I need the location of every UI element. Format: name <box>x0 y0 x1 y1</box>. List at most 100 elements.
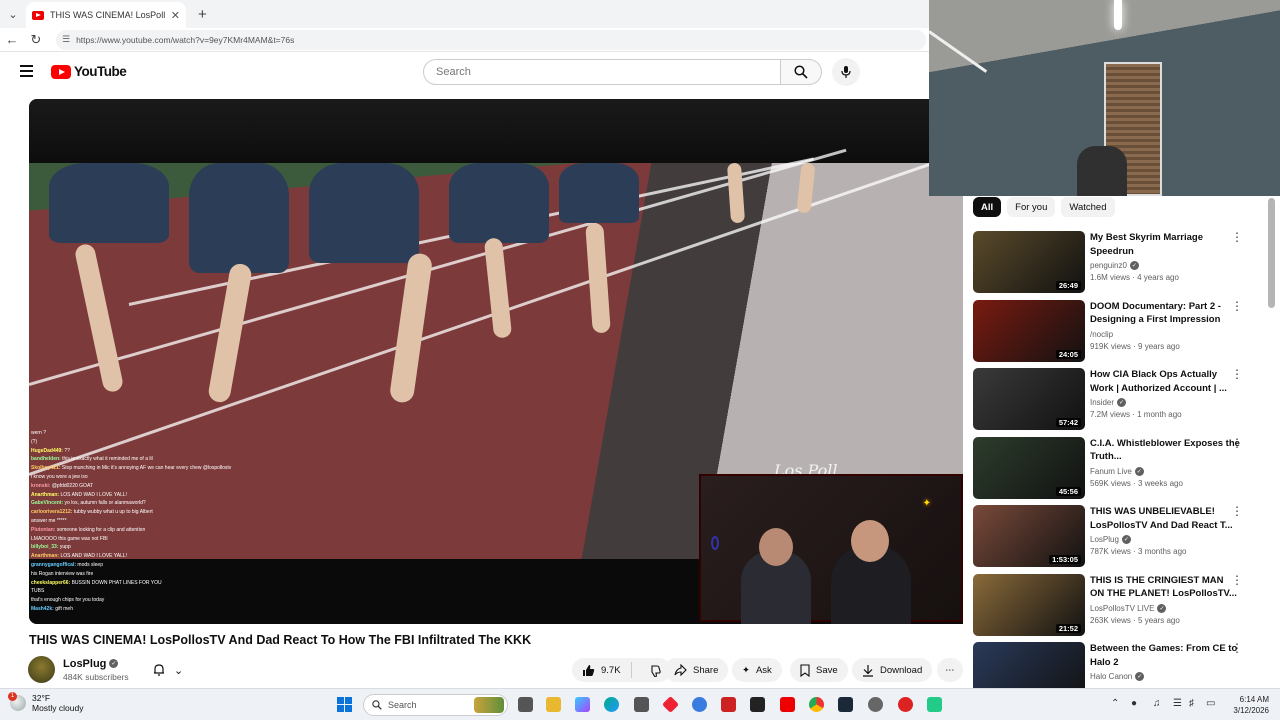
recommendation-channel[interactable]: Fanum Live <box>1090 467 1132 476</box>
recommendation-title[interactable]: THIS WAS UNBELIEVABLE! LosPollosTV And D… <box>1090 505 1240 532</box>
tab-list-chevron-icon[interactable]: ⌄ <box>0 0 26 28</box>
more-horizontal-icon: ⋯ <box>945 664 955 676</box>
chat-message: GabeVincent: yo los, autumn falls or ala… <box>31 499 242 508</box>
ask-button[interactable]: ✦ Ask <box>732 658 782 682</box>
sidebar-scrollbar[interactable] <box>1268 198 1275 308</box>
youtube-logo[interactable]: YouTube <box>51 64 127 79</box>
chat-text: LOS AND WAD I LOVE YALL! <box>60 553 128 560</box>
reload-icon[interactable]: ↻ <box>24 32 48 48</box>
more-vertical-icon[interactable]: ⋮ <box>1231 300 1243 312</box>
video-player[interactable]: wern ? (?) HugeDad449: ?? bandhelden: this … <box>29 99 963 624</box>
recommendation-channel[interactable]: Insider <box>1090 398 1114 407</box>
search-input[interactable]: Search <box>423 59 781 85</box>
file-explorer-icon[interactable] <box>546 697 561 712</box>
chip-all[interactable]: All <box>973 197 1002 217</box>
channel-name-row[interactable]: LosPlug ✓ <box>63 658 129 670</box>
app-green-icon[interactable] <box>927 697 942 712</box>
recommendation-title[interactable]: How CIA Black Ops Actually Work | Author… <box>1090 368 1240 395</box>
copilot-icon[interactable] <box>575 697 590 712</box>
channel-name[interactable]: LosPlug <box>63 658 106 670</box>
recommendation-item[interactable]: 1:53:05 THIS WAS UNBELIEVABLE! LosPollosT… <box>973 505 1263 567</box>
system-clock[interactable]: 6:14 AM 3/12/2026 <box>1225 694 1269 716</box>
shield-app-icon[interactable] <box>721 697 736 712</box>
chat-text: i know you wore a jew iso <box>31 473 88 480</box>
settings-gear-icon[interactable] <box>868 697 883 712</box>
recommendation-title[interactable]: THIS IS THE CRINGIEST MAN ON THE PLANET!… <box>1090 574 1240 601</box>
task-view-icon[interactable] <box>518 697 533 712</box>
recommendation-title[interactable]: C.I.A. Whistleblower Exposes the Truth..… <box>1090 437 1240 464</box>
site-info-icon[interactable]: ☰ <box>62 34 70 45</box>
like-button[interactable]: 9.7K <box>572 662 632 678</box>
search-button[interactable] <box>781 59 822 85</box>
more-vertical-icon[interactable]: ⋮ <box>1231 642 1243 654</box>
subscription-bell-button[interactable]: ⌄ <box>146 658 196 682</box>
app-red-circle-icon[interactable] <box>898 697 913 712</box>
recommendation-channel[interactable]: /noclip <box>1090 330 1113 339</box>
more-vertical-icon[interactable]: ⋮ <box>1231 437 1243 449</box>
chat-message: Anarthman: LOS AND WAD I LOVE YALL! <box>31 491 242 500</box>
hamburger-menu-icon[interactable] <box>20 65 33 80</box>
video-thumbnail[interactable]: 1:53:05 <box>973 505 1085 567</box>
battery-icon[interactable]: ▭ <box>1206 698 1215 709</box>
tray-app-icon[interactable]: ● <box>1131 698 1137 709</box>
video-thumbnail[interactable]: 21:52 <box>973 573 1085 636</box>
recommendation-item[interactable]: 26:49 My Best Skyrim Marriage Speedrun pen… <box>973 231 1263 293</box>
share-button[interactable]: Share <box>664 658 729 682</box>
recommendation-channel[interactable]: penguinz0 <box>1090 261 1127 270</box>
download-button[interactable]: Download <box>852 658 933 682</box>
tray-chevron-up-icon[interactable]: ⌃ <box>1111 698 1119 709</box>
more-vertical-icon[interactable]: ⋮ <box>1231 231 1243 243</box>
more-vertical-icon[interactable]: ⋮ <box>1231 368 1243 380</box>
more-vertical-icon[interactable]: ⋮ <box>1231 505 1243 517</box>
app-dark-icon[interactable] <box>750 697 765 712</box>
logo-text: YouTube <box>74 64 127 79</box>
chrome-browser-icon[interactable] <box>809 697 824 712</box>
youtube-app-icon[interactable] <box>780 697 795 712</box>
recommendation-channel[interactable]: LosPollosTV LIVE <box>1090 604 1154 613</box>
chat-message: kronski: @pfdd0220 GOAT <box>31 482 242 491</box>
video-thumbnail[interactable]: 24:05 <box>973 299 1085 362</box>
recommendation-channel[interactable]: LosPlug <box>1090 535 1119 544</box>
chip-watched[interactable]: Watched <box>1061 197 1115 217</box>
new-tab-icon[interactable]: + <box>198 6 207 23</box>
save-button[interactable]: Save <box>790 658 848 682</box>
url-field[interactable]: ☰ https://www.youtube.com/watch?v=9ey7KM… <box>56 29 926 50</box>
recommendation-item[interactable]: 45:56 C.I.A. Whistleblower Exposes the Tr… <box>973 436 1263 499</box>
recommendation-channel-row: Fanum Live ✓ <box>1090 466 1240 476</box>
app-blue-icon[interactable] <box>692 697 707 712</box>
recommendation-title[interactable]: My Best Skyrim Marriage Speedrun <box>1090 231 1240 258</box>
video-thumbnail[interactable]: 45:56 <box>973 436 1085 499</box>
steam-icon[interactable] <box>838 697 853 712</box>
taskbar-search[interactable]: Search <box>363 694 508 716</box>
tray-microphone-icon[interactable]: ♫ <box>1153 698 1161 709</box>
volume-icon[interactable]: ♯ <box>1189 698 1194 709</box>
close-tab-icon[interactable]: ✕ <box>171 9 180 22</box>
recommendation-meta: 919K views · 9 years ago <box>1090 341 1180 351</box>
voice-search-button[interactable] <box>832 58 860 86</box>
more-vertical-icon[interactable]: ⋮ <box>1231 574 1243 586</box>
recommendation-channel[interactable]: Halo Canon <box>1090 672 1132 681</box>
recommendation-item[interactable]: 24:05 DOOM Documentary: Part 2 - Designin… <box>973 299 1263 362</box>
video-thumbnail[interactable]: 57:42 <box>973 368 1085 430</box>
chat-username: Anarthman: <box>31 553 60 560</box>
wifi-icon[interactable]: ☰ <box>1173 698 1182 709</box>
chip-for-you[interactable]: For you <box>1007 197 1056 217</box>
store-icon[interactable] <box>634 697 649 712</box>
recommendation-title[interactable]: DOOM Documentary: Part 2 - Designing a F… <box>1090 300 1240 327</box>
video-thumbnail[interactable]: 26:49 <box>973 231 1085 293</box>
edge-browser-icon[interactable] <box>604 697 619 712</box>
recommendation-item[interactable]: 21:52 THIS IS THE CRINGIEST MAN ON THE PL… <box>973 573 1263 636</box>
chat-message: LMAOOOO this game was not FBI <box>31 535 242 544</box>
start-windows-icon[interactable] <box>337 697 352 712</box>
chat-message: grannygangoffical: mods sleep <box>31 561 242 570</box>
app-diamond-icon[interactable] <box>662 696 679 713</box>
recommendation-item[interactable]: 57:42 How CIA Black Ops Actually Work | A… <box>973 368 1263 430</box>
weather-widget[interactable]: 1 32°F Mostly cloudy <box>8 692 84 713</box>
browser-tab[interactable]: THIS WAS CINEMA! LosPollosTV A ✕ <box>26 2 186 28</box>
chat-message: billyboi_33: yupp <box>31 543 242 552</box>
more-actions-button[interactable]: ⋯ <box>937 658 963 682</box>
recommendation-title[interactable]: Between the Games: From CE to Halo 2 <box>1090 642 1240 669</box>
channel-avatar[interactable] <box>28 656 55 683</box>
chat-message: (?) <box>31 438 242 447</box>
back-icon[interactable]: ← <box>0 32 24 47</box>
